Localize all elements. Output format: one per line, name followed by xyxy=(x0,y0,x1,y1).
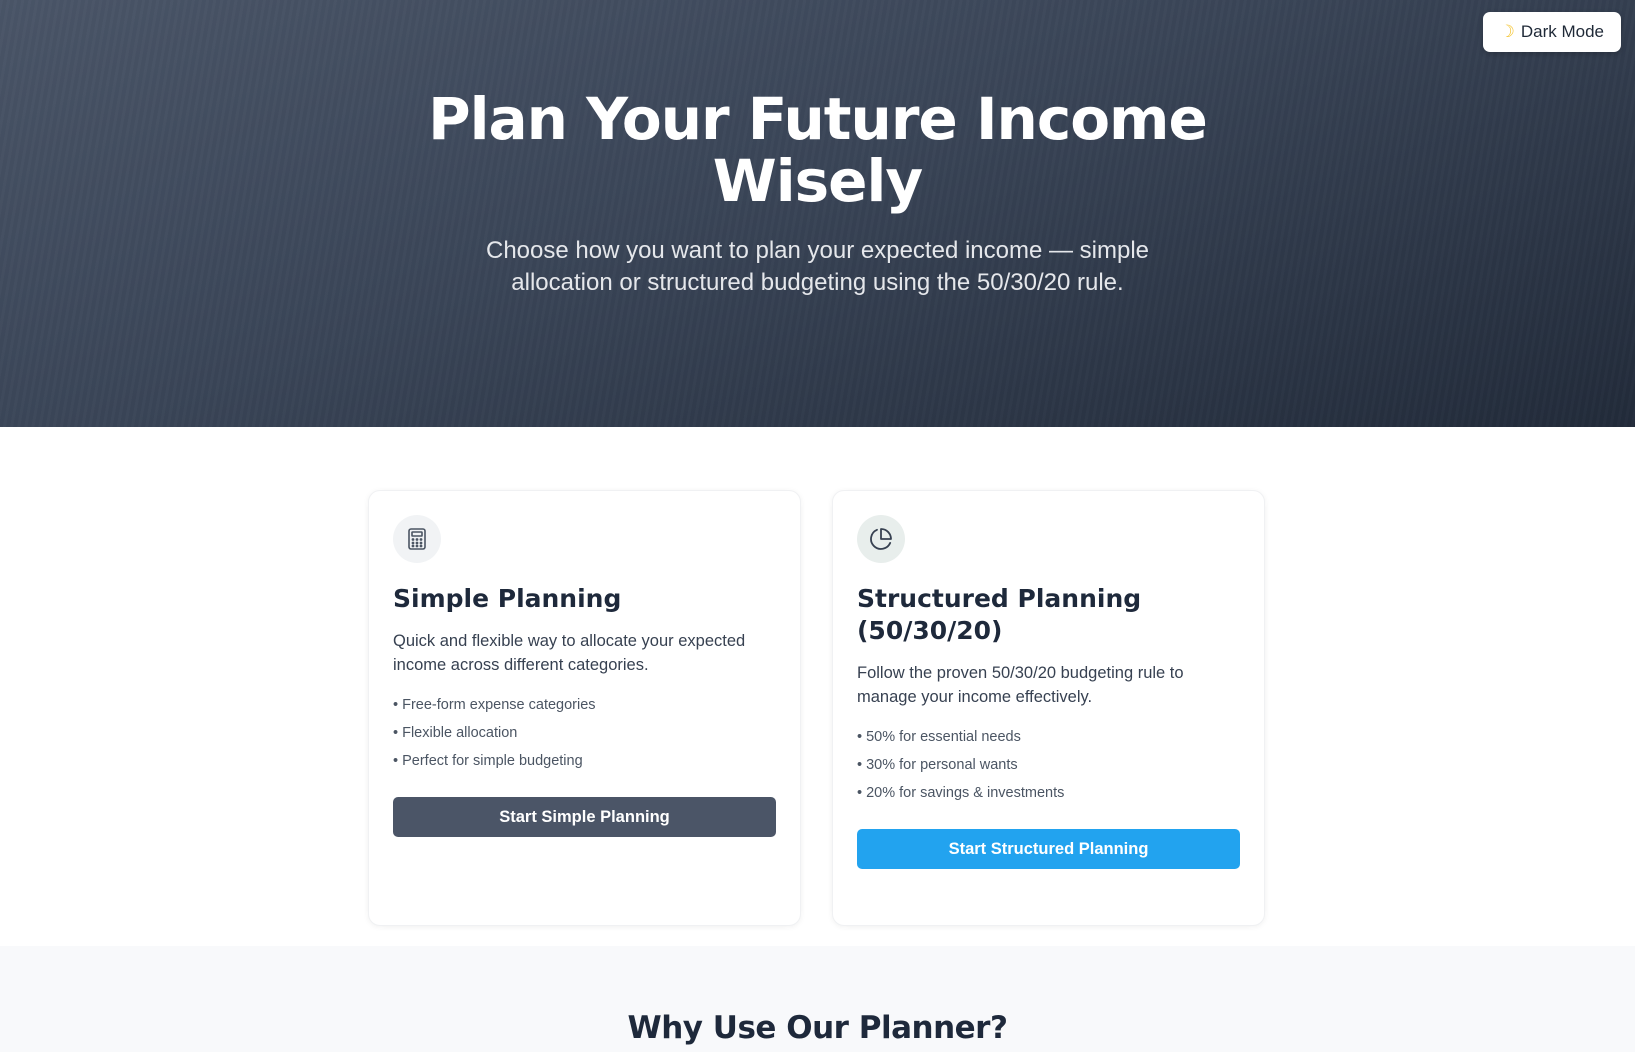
planning-options: Simple Planning Quick and flexible way t… xyxy=(368,490,1265,926)
why-section: Why Use Our Planner? xyxy=(0,946,1635,1052)
start-simple-planning-button[interactable]: Start Simple Planning xyxy=(393,797,776,837)
dark-mode-label: Dark Mode xyxy=(1520,22,1604,41)
structured-planning-card: Structured Planning (50/30/20) Follow th… xyxy=(832,490,1265,926)
feature-list: • Free-form expense categories • Flexibl… xyxy=(393,691,776,775)
feature-item: • Flexible allocation xyxy=(393,725,518,741)
card-description: Quick and flexible way to allocate your … xyxy=(393,632,746,674)
feature-item: • 20% for savings & investments xyxy=(857,785,1065,801)
feature-list: • 50% for essential needs • 30% for pers… xyxy=(857,723,1240,807)
simple-planning-card: Simple Planning Quick and flexible way t… xyxy=(368,490,801,926)
moon-icon: ☽ xyxy=(1499,22,1515,41)
pie-chart-icon xyxy=(857,515,905,563)
dark-mode-toggle[interactable]: ☽ Dark Mode xyxy=(1482,12,1621,52)
feature-item: • 50% for essential needs xyxy=(857,729,1021,745)
card-title: Simple Planning xyxy=(393,584,622,613)
hero-section: ☽ Dark Mode Plan Your Future Income Wise… xyxy=(0,0,1635,427)
card-title: Structured Planning (50/30/20) xyxy=(857,584,1142,645)
feature-item: • Free-form expense categories xyxy=(393,697,596,713)
hero-title: Plan Your Future Income Wisely xyxy=(428,85,1208,215)
card-description: Follow the proven 50/30/20 budgeting rul… xyxy=(857,664,1184,706)
calculator-icon xyxy=(393,515,441,563)
start-structured-planning-button[interactable]: Start Structured Planning xyxy=(857,829,1240,869)
hero-subtitle: Choose how you want to plan your expecte… xyxy=(485,237,1150,296)
feature-item: • 30% for personal wants xyxy=(857,757,1018,773)
why-section-title: Why Use Our Planner? xyxy=(627,1010,1008,1046)
feature-item: • Perfect for simple budgeting xyxy=(393,753,583,769)
